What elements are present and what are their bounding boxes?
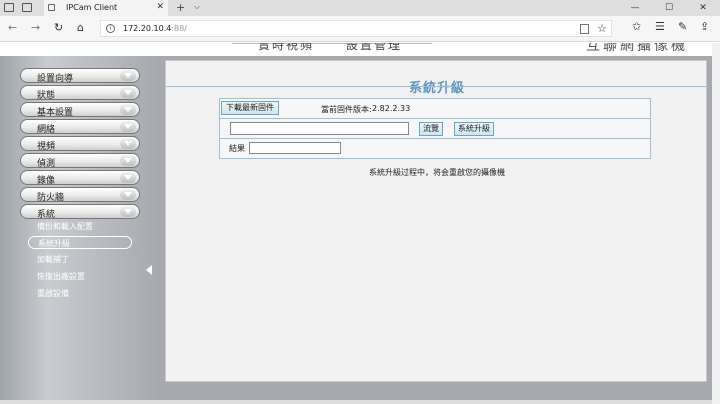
reading-list-icon[interactable]: ☰ (655, 20, 665, 33)
submenu-label: 備份和載入配置 (37, 222, 93, 231)
back-icon[interactable]: ← (8, 21, 17, 34)
menu-label: 錄像 (37, 176, 56, 186)
menu-network[interactable]: 網絡 (20, 119, 140, 135)
menu-label: 狀態 (37, 91, 56, 101)
browser-tab-bar: IPCam Client ✕ + ⌵ — ☐ ✕ (0, 0, 720, 16)
tab-dropdown-icon[interactable]: ⌵ (194, 2, 200, 12)
close-window-icon[interactable]: ✕ (686, 0, 720, 16)
content-area: 系統升級 下載最新固件 當前固件版本: 2.82.2.33 流覽 系統升級 結果 (160, 56, 712, 400)
chevron-down-icon (120, 172, 136, 183)
menu-label: 防火牆 (37, 193, 65, 203)
browser-tab[interactable]: IPCam Client ✕ (44, 0, 168, 16)
result-field (249, 142, 341, 154)
chevron-down-icon (120, 70, 136, 81)
reading-view-icon[interactable] (580, 24, 589, 34)
address-url[interactable]: 172.20.10.4:88/ (123, 24, 187, 33)
menu-status[interactable]: 狀態 (20, 85, 140, 101)
nav-live-video[interactable]: 實時視頻 (258, 43, 314, 53)
system-upgrade-button[interactable]: 系統升級 (454, 122, 494, 136)
upgrade-form: 下載最新固件 當前固件版本: 2.82.2.33 流覽 系統升級 結果 (219, 98, 651, 159)
result-label: 結果 (229, 144, 245, 153)
menu-detection[interactable]: 偵測 (20, 153, 140, 169)
submenu-label: 重啟設備 (37, 289, 69, 298)
forward-icon[interactable]: → (31, 21, 40, 34)
submenu-label: 恢復出廠設置 (37, 272, 85, 281)
site-info-icon[interactable]: i (106, 24, 115, 33)
refresh-icon[interactable]: ↻ (54, 21, 63, 34)
page-favicon-icon (48, 4, 55, 11)
tab-preview-icon[interactable] (22, 3, 32, 12)
brand-title: 互聯網攝像機 (586, 43, 688, 54)
header-banner: 實時視頻 設置管理 互聯網攝像機 (0, 43, 712, 56)
submenu-label: 系統升級 (38, 239, 70, 248)
upgrade-note: 系統升級过程中，将会重啟您的攝像機 (369, 168, 505, 177)
current-version-value: 2.82.2.33 (372, 104, 411, 113)
menu-label: 系統 (37, 210, 56, 220)
menu-video[interactable]: 視頻 (20, 136, 140, 152)
firmware-row: 下載最新固件 當前固件版本: 2.82.2.33 (220, 99, 650, 119)
current-version-label: 當前固件版本: (321, 105, 372, 114)
chevron-down-icon (120, 87, 136, 98)
share-icon[interactable]: ⇪ (700, 20, 709, 33)
submenu-reboot-device[interactable]: 重啟設備 (28, 287, 132, 300)
home-icon[interactable]: ⌂ (77, 21, 84, 34)
web-notes-icon[interactable]: ✎ (678, 20, 687, 33)
chevron-down-icon (120, 104, 136, 115)
chevron-down-icon (120, 138, 136, 149)
submenu-factory-reset[interactable]: 恢復出廠設置 (28, 270, 132, 283)
submenu-backup-config[interactable]: 備份和載入配置 (28, 220, 132, 233)
browser-nav-bar: ← → ↻ ⌂ i 172.20.10.4:88/ ☆ ✩ ☰ ✎ ⇪ (0, 16, 720, 42)
maximize-icon[interactable]: ☐ (652, 0, 686, 16)
submenu-system-upgrade[interactable]: 系統升級 (28, 236, 132, 249)
tab-close-icon[interactable]: ✕ (156, 2, 164, 12)
nav-settings[interactable]: 設置管理 (346, 43, 402, 53)
title-divider (166, 86, 708, 87)
menu-label: 網絡 (37, 125, 56, 135)
result-row: 結果 (220, 139, 650, 159)
browse-button[interactable]: 流覽 (419, 122, 443, 136)
menu-label: 偵測 (37, 159, 56, 169)
set-tabs-aside-icon[interactable] (4, 3, 14, 12)
menu-system[interactable]: 系統 (20, 204, 140, 220)
page: 實時視頻 設置管理 互聯網攝像機 設置向導 狀態 基本設置 網絡 視頻 偵測 錄… (0, 43, 720, 404)
submenu-load-patch[interactable]: 加載補丁 (28, 253, 132, 266)
chevron-down-icon (120, 121, 136, 132)
vertical-scrollbar[interactable] (712, 43, 720, 404)
new-tab-icon[interactable]: + (176, 1, 185, 14)
upload-row: 流覽 系統升級 (220, 119, 650, 139)
submenu-label: 加載補丁 (37, 255, 69, 264)
horizontal-scrollbar[interactable] (0, 400, 712, 404)
favorites-icon[interactable]: ✩ (632, 20, 641, 33)
menu-label: 設置向導 (37, 74, 74, 84)
menu-firewall[interactable]: 防火牆 (20, 187, 140, 203)
minimize-icon[interactable]: — (618, 0, 652, 16)
menu-setup-wizard[interactable]: 設置向導 (20, 68, 140, 84)
chevron-down-icon (120, 206, 136, 217)
tab-actions (4, 3, 32, 12)
menu-label: 視頻 (37, 142, 56, 152)
menu-basic-settings[interactable]: 基本設置 (20, 102, 140, 118)
address-bar[interactable]: i 172.20.10.4:88/ ☆ (100, 20, 612, 37)
chevron-down-icon (120, 155, 136, 166)
menu-label: 基本設置 (37, 108, 74, 118)
download-firmware-button[interactable]: 下載最新固件 (221, 101, 279, 115)
favorite-star-icon[interactable]: ☆ (597, 22, 607, 35)
sidebar: 設置向導 狀態 基本設置 網絡 視頻 偵測 錄像 防火牆 系統 備份和載入配置 … (0, 56, 160, 400)
firmware-file-input[interactable] (230, 122, 409, 135)
menu-recording[interactable]: 錄像 (20, 170, 140, 186)
chevron-down-icon (120, 189, 136, 200)
upgrade-panel: 系統升級 下載最新固件 當前固件版本: 2.82.2.33 流覽 系統升級 結果 (165, 60, 708, 382)
collapse-sidebar-icon[interactable] (146, 265, 152, 275)
window-controls: — ☐ ✕ (618, 0, 720, 16)
tab-title: IPCam Client (66, 3, 118, 12)
